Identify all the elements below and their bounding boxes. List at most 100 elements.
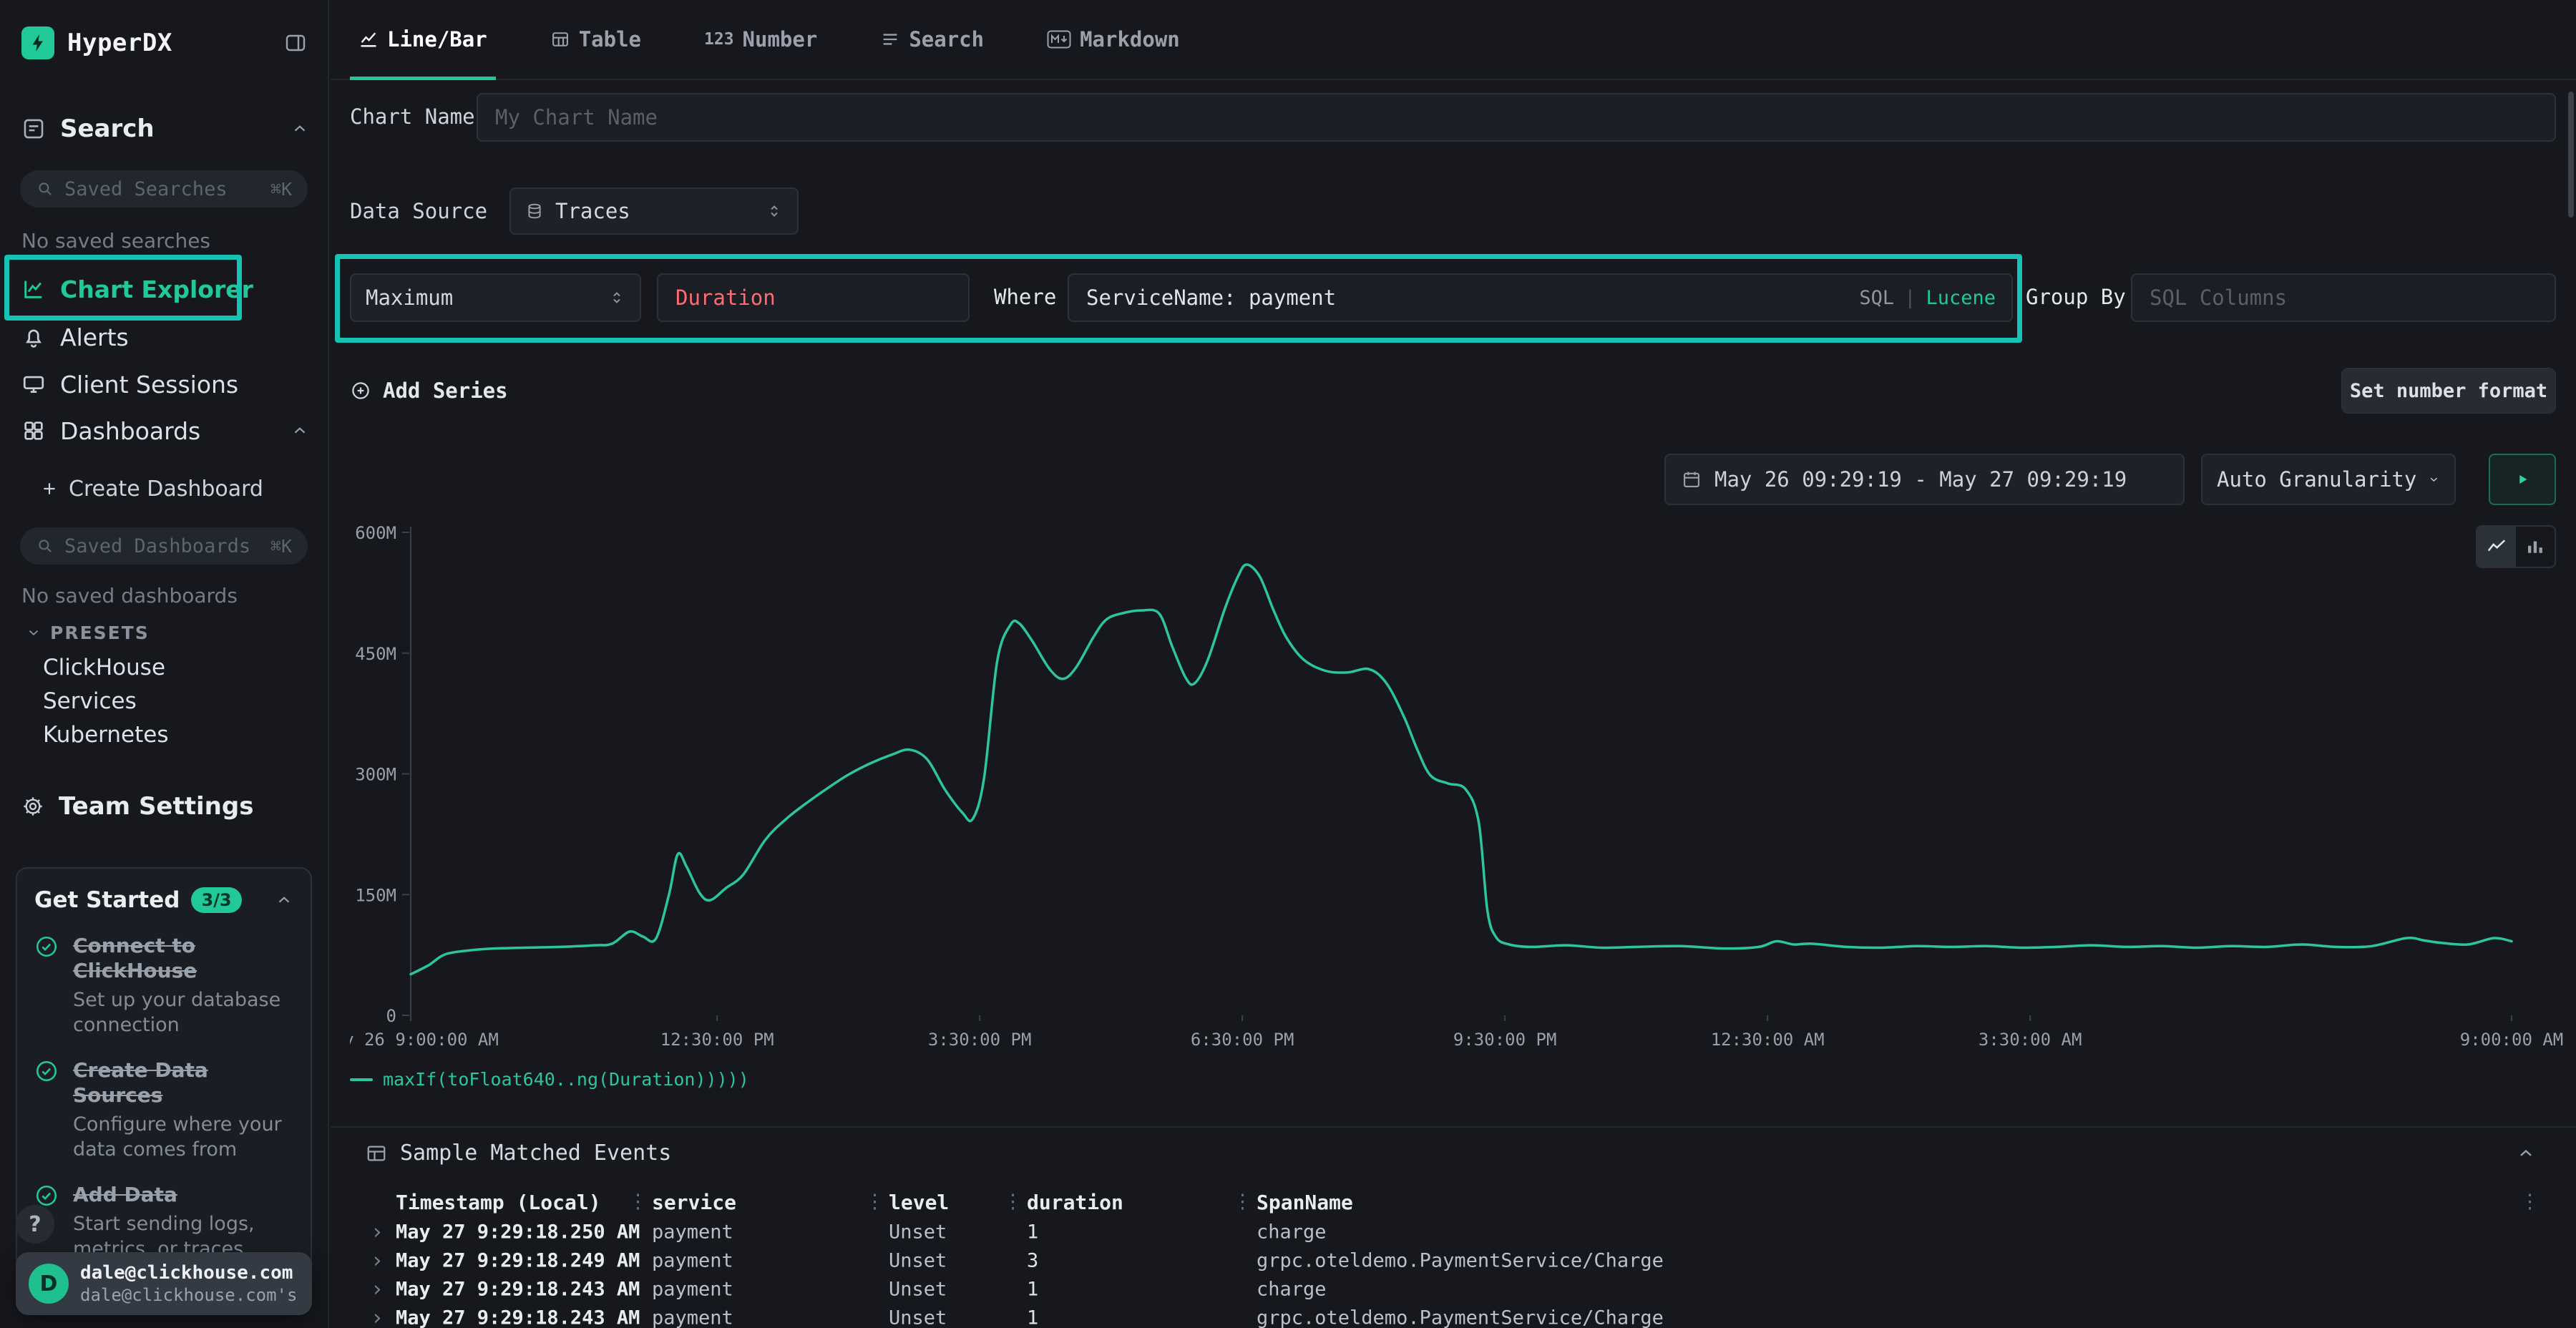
data-source-value: Traces [555, 199, 754, 223]
timeseries-chart[interactable]: 0150M300M450M600MMay 26 9:00:00 AM12:30:… [350, 509, 2576, 1062]
tab-search[interactable]: Search [872, 0, 992, 79]
aggregation-select[interactable]: Maximum [350, 273, 641, 322]
table-icon [550, 29, 570, 49]
column-header-level[interactable]: level [889, 1191, 949, 1214]
sample-matched-events-panel: Sample Matched Events Timestamp (Local) … [331, 1126, 2576, 1328]
set-number-format-button[interactable]: Set number format [2341, 368, 2556, 414]
chevron-up-icon[interactable] [275, 891, 293, 909]
help-button[interactable]: ? [16, 1205, 54, 1244]
svg-text:0: 0 [386, 1006, 396, 1026]
user-menu[interactable]: D dale@clickhouse.com dale@clickhouse.co… [16, 1252, 312, 1315]
legend-swatch [350, 1078, 373, 1081]
svg-text:12:30:00 AM: 12:30:00 AM [1711, 1030, 1825, 1050]
column-menu-icon[interactable]: ⋮ [1233, 1191, 1252, 1213]
get-started-item-title: Add Data [73, 1182, 293, 1207]
table-row[interactable]: › May 27 9:29:18.250 AM payment Unset 1 … [331, 1218, 2576, 1246]
preset-item-clickhouse[interactable]: ClickHouse [43, 651, 165, 684]
date-range-value: May 26 09:29:19 - May 27 09:29:19 [1714, 467, 2127, 492]
preset-item-kubernetes[interactable]: Kubernetes [43, 718, 168, 751]
line-chart-toggle[interactable] [2477, 527, 2516, 567]
row-expand-icon[interactable]: › [371, 1277, 384, 1302]
aggregation-value: Maximum [366, 285, 597, 310]
presets-toggle[interactable]: PRESETS [26, 618, 150, 647]
sidebar-item-chart-explorer[interactable]: Chart Explorer [21, 267, 309, 311]
sidebar-item-alerts[interactable]: Alerts [21, 315, 309, 359]
sidebar-item-dashboards[interactable]: Dashboards [21, 409, 309, 453]
column-menu-icon[interactable]: ⋮ [1003, 1191, 1023, 1213]
granularity-select[interactable]: Auto Granularity [2201, 454, 2456, 505]
select-updown-icon [766, 202, 783, 220]
column-menu-icon[interactable]: ⋮ [865, 1191, 884, 1213]
get-started-item[interactable]: Add Data Start sending logs, metrics, or… [34, 1182, 293, 1261]
date-range-picker[interactable]: May 26 09:29:19 - May 27 09:29:19 [1664, 454, 2185, 505]
sql-toggle[interactable]: SQL [1859, 287, 1894, 309]
saved-dashboards-placeholder: Saved Dashboards [64, 535, 250, 557]
legend-series-name: maxIf(toFloat640..ng(Duration))))) [383, 1069, 749, 1090]
bar-chart-toggle[interactable] [2516, 527, 2555, 567]
data-source-select[interactable]: Traces [509, 187, 799, 235]
toggle-divider: | [1904, 287, 1916, 309]
preset-item-services[interactable]: Services [43, 685, 137, 718]
table-row[interactable]: › May 27 9:29:18.243 AM payment Unset 1 … [331, 1275, 2576, 1304]
column-menu-icon[interactable]: ⋮ [2520, 1191, 2540, 1213]
number-123-icon: 123 [704, 30, 734, 49]
scrollbar-thumb[interactable] [2568, 92, 2574, 218]
collapse-panel-icon[interactable] [2516, 1143, 2536, 1163]
add-series-button[interactable]: Add Series [350, 369, 508, 412]
sidebar-item-client-sessions[interactable]: Client Sessions [21, 362, 309, 406]
cell-timestamp: May 27 9:29:18.243 AM [396, 1307, 640, 1328]
line-bar-chart-icon [358, 29, 379, 49]
user-email: dale@clickhouse.com [80, 1262, 297, 1284]
cell-service: payment [652, 1221, 733, 1244]
run-query-button[interactable] [2489, 454, 2556, 505]
column-header-duration[interactable]: duration [1027, 1191, 1123, 1214]
get-started-item[interactable]: Create Data Sources Configure where your… [34, 1058, 293, 1162]
chevron-down-icon [26, 625, 42, 640]
events-panel-header[interactable]: Sample Matched Events [366, 1141, 671, 1166]
chevron-up-icon[interactable] [291, 119, 309, 138]
cell-service: payment [652, 1279, 733, 1301]
line-chart-icon [21, 277, 46, 301]
group-by-input[interactable] [2131, 273, 2556, 322]
table-icon [366, 1143, 387, 1164]
column-menu-icon[interactable]: ⋮ [628, 1191, 648, 1213]
lucene-toggle[interactable]: Lucene [1926, 287, 1996, 309]
column-header-spanname[interactable]: SpanName [1257, 1191, 1353, 1214]
cell-spanname: charge [1257, 1221, 1327, 1244]
sidebar-item-label: Dashboards [60, 417, 200, 445]
saved-searches-input[interactable]: Saved Searches ⌘K [20, 170, 308, 208]
search-section-icon [21, 117, 46, 141]
saved-dashboards-input[interactable]: Saved Dashboards ⌘K [20, 527, 308, 565]
tab-markdown[interactable]: Markdown [1038, 0, 1189, 79]
column-header-service[interactable]: service [652, 1191, 736, 1214]
cell-level: Unset [889, 1221, 947, 1244]
table-row[interactable]: › May 27 9:29:18.243 AM payment Unset 1 … [331, 1304, 2576, 1328]
table-row[interactable]: › May 27 9:29:18.249 AM payment Unset 3 … [331, 1246, 2576, 1275]
bell-icon [21, 325, 46, 349]
sidebar-item-label: Alerts [60, 323, 129, 351]
create-dashboard-label: Create Dashboard [69, 477, 263, 502]
get-started-item[interactable]: Connect to ClickHouse Set up your databa… [34, 933, 293, 1038]
row-expand-icon[interactable]: › [371, 1220, 384, 1245]
chevron-up-icon[interactable] [291, 421, 309, 440]
get-started-item-title: Create Data Sources [73, 1058, 293, 1108]
tab-label: Table [579, 27, 641, 52]
markdown-icon [1047, 30, 1071, 49]
chart-name-input[interactable] [477, 93, 2556, 142]
row-expand-icon[interactable]: › [371, 1306, 384, 1328]
calendar-icon [1682, 469, 1702, 489]
create-dashboard-button[interactable]: Create Dashboard [40, 472, 263, 505]
collapse-sidebar-icon[interactable] [282, 31, 309, 54]
sidebar-item-team-settings[interactable]: Team Settings [21, 784, 309, 829]
chart-canvas[interactable]: 0150M300M450M600MMay 26 9:00:00 AM12:30:… [350, 509, 2576, 1062]
row-expand-icon[interactable]: › [371, 1249, 384, 1274]
data-source-label: Data Source [350, 199, 487, 223]
column-header-timestamp[interactable]: Timestamp (Local) [396, 1191, 601, 1214]
tab-number[interactable]: 123 Number [696, 0, 826, 79]
sidebar-section-search[interactable]: Search [21, 109, 309, 149]
get-started-header[interactable]: Get Started 3/3 [34, 887, 293, 913]
cell-timestamp: May 27 9:29:18.243 AM [396, 1279, 640, 1301]
tab-line-bar[interactable]: Line/Bar [350, 0, 496, 79]
tab-table[interactable]: Table [542, 0, 650, 79]
field-input[interactable] [657, 273, 970, 322]
